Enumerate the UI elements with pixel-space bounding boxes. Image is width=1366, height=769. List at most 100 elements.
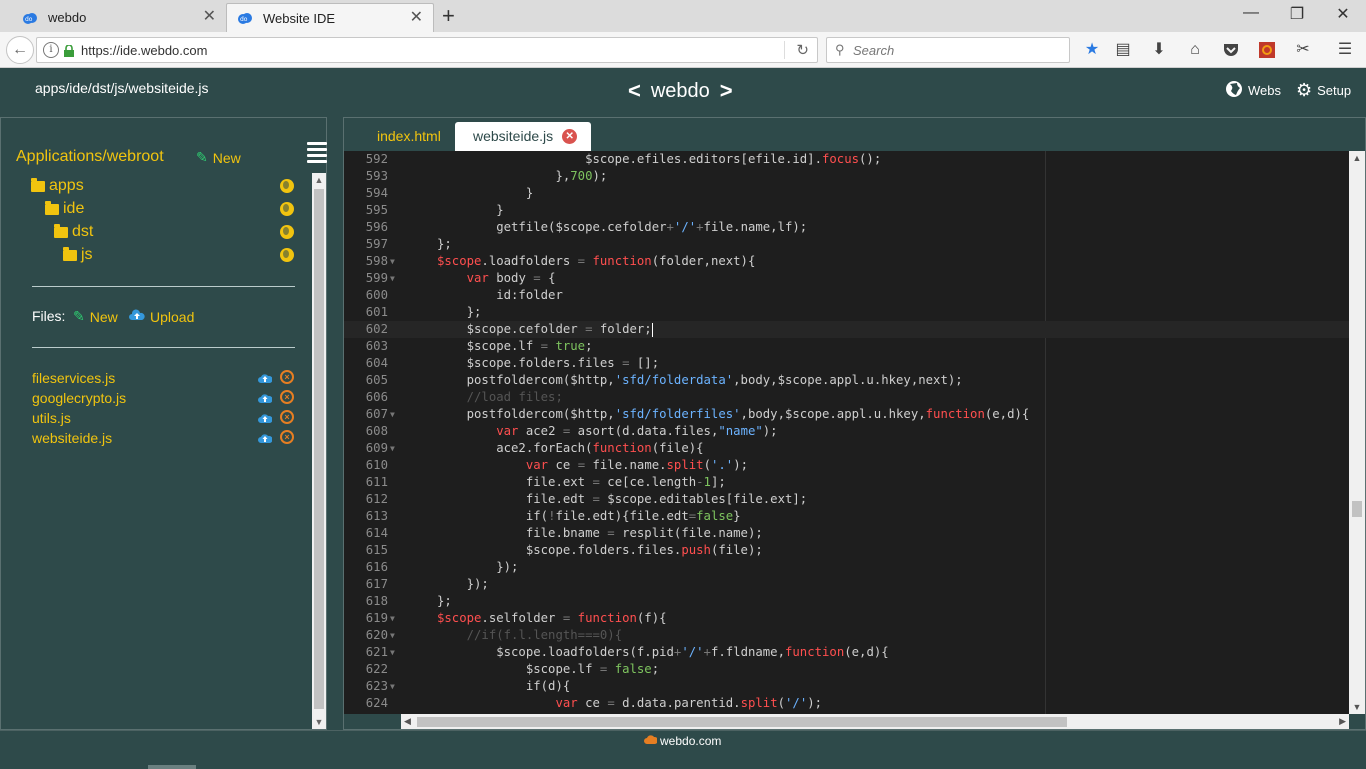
line-number: 614 (365, 526, 388, 540)
webdo-favicon-icon: do (22, 10, 38, 26)
scroll-right-arrow-icon[interactable]: ▶ (1339, 714, 1346, 729)
cloud-upload-icon[interactable] (258, 391, 273, 403)
code-line: 614 file.bname = resplit(file.name); (344, 525, 1349, 542)
new-file-label: New (89, 308, 118, 325)
chevron-left-icon[interactable]: < (628, 78, 641, 104)
applications-root-label[interactable]: Applications/webroot (16, 148, 164, 166)
tab-index-html[interactable]: index.html (359, 122, 459, 151)
chevron-right-icon[interactable]: > (720, 78, 733, 104)
file-item-websiteide[interactable]: websiteide.js (32, 430, 112, 446)
reading-list-icon[interactable]: ▤ (1112, 40, 1134, 60)
tree-item-dst[interactable]: dst (54, 223, 93, 241)
cloud-upload-icon[interactable] (258, 371, 273, 383)
line-number: 595 (365, 203, 388, 217)
code-line: 592 $scope.efiles.editors[efile.id].focu… (344, 151, 1349, 168)
code-editor[interactable]: 592 $scope.efiles.editors[efile.id].focu… (344, 151, 1349, 714)
new-tab-plus-icon[interactable]: + (442, 4, 455, 28)
browser-nav-bar: ← i https://ide.webdo.com ↻ ⚲ Search ★ ▤… (0, 32, 1366, 68)
footer-link[interactable]: webdo.com (644, 734, 721, 748)
scrollbar-thumb[interactable] (314, 189, 324, 709)
close-tab-icon[interactable]: ✕ (203, 9, 216, 25)
bookmark-star-icon[interactable]: ★ (1081, 40, 1103, 60)
text-cursor (651, 322, 653, 337)
code-line: 610 var ce = file.name.split('.'); (344, 457, 1349, 474)
code-line: 615 $scope.folders.files.push(file); (344, 542, 1349, 559)
home-icon[interactable]: ⌂ (1184, 40, 1206, 60)
browser-tab-title: webdo (48, 10, 87, 25)
screenshot-icon[interactable]: ✂ (1292, 40, 1314, 60)
new-file-button[interactable]: ✎ New (73, 308, 118, 325)
line-number: 620 (365, 628, 388, 642)
address-bar-divider (784, 41, 785, 59)
download-icon[interactable]: ⬇ (1148, 40, 1170, 60)
sidebar: Applications/webroot ✎ New apps ide dst … (0, 117, 327, 730)
tab-websiteide-js[interactable]: websiteide.js ✕ (455, 122, 592, 151)
minimize-window-icon[interactable]: — (1236, 4, 1266, 22)
editor-vertical-scrollbar[interactable]: ▲ ▼ (1349, 151, 1365, 714)
editor-panel: index.html websiteide.js ✕ 592 $scope.ef… (343, 117, 1366, 730)
file-item-utils[interactable]: utils.js (32, 410, 71, 426)
code-line: 603 $scope.lf = true; (344, 338, 1349, 355)
delete-file-icon[interactable]: × (280, 410, 294, 424)
delete-file-icon[interactable]: × (280, 430, 294, 444)
scroll-up-arrow-icon[interactable]: ▲ (312, 175, 326, 185)
cloud-upload-icon[interactable] (258, 431, 273, 443)
scrollbar-thumb[interactable] (417, 717, 1067, 727)
close-tab-icon[interactable]: ✕ (410, 10, 423, 26)
cloud-upload-icon[interactable] (258, 411, 273, 423)
publish-globe-icon[interactable] (280, 202, 294, 216)
app-header: apps/ide/dst/js/websiteide.js < webdo > … (0, 68, 1366, 116)
delete-file-icon[interactable]: × (280, 390, 294, 404)
publish-globe-icon[interactable] (280, 179, 294, 193)
file-item-fileservices[interactable]: fileservices.js (32, 370, 115, 386)
code-line: 624 var ce = d.data.parentid.split('/'); (344, 695, 1349, 712)
search-input[interactable]: ⚲ Search (826, 37, 1070, 63)
divider (32, 347, 295, 348)
upload-button[interactable]: Upload (129, 308, 194, 325)
scroll-left-arrow-icon[interactable]: ◀ (404, 714, 411, 729)
menu-icon[interactable]: ☰ (1334, 40, 1356, 60)
code-line: 604 $scope.folders.files = []; (344, 355, 1349, 372)
code-line: 605 postfoldercom($http,'sfd/folderdata'… (344, 372, 1349, 389)
editor-horizontal-scrollbar[interactable]: ◀ ▶ (401, 714, 1349, 729)
back-arrow-icon[interactable]: ← (6, 36, 34, 64)
address-bar[interactable]: i https://ide.webdo.com ↻ (36, 37, 818, 63)
line-number: 612 (365, 492, 388, 506)
tree-item-ide[interactable]: ide (45, 200, 84, 218)
extension-icon[interactable] (1256, 40, 1278, 60)
publish-globe-icon[interactable] (280, 225, 294, 239)
restore-window-icon[interactable]: ❐ (1282, 4, 1312, 24)
code-line: 594 } (344, 185, 1349, 202)
tree-item-js[interactable]: js (63, 246, 93, 264)
setup-button[interactable]: ⚙ Setup (1296, 80, 1351, 101)
pocket-icon[interactable] (1220, 40, 1242, 60)
hamburger-menu-icon[interactable] (307, 142, 327, 166)
sidebar-scrollbar[interactable]: ▲ ▼ (312, 173, 326, 729)
scrollbar-thumb[interactable] (1352, 501, 1362, 517)
new-folder-button[interactable]: ✎ New (196, 149, 241, 166)
info-icon[interactable]: i (43, 42, 59, 58)
tree-item-apps[interactable]: apps (31, 177, 84, 195)
code-line: 613 if(!file.edt){file.edt=false} (344, 508, 1349, 525)
file-item-googlecrypto[interactable]: googlecrypto.js (32, 390, 126, 406)
line-number: 594 (365, 186, 388, 200)
delete-file-icon[interactable]: × (280, 370, 294, 384)
publish-globe-icon[interactable] (280, 248, 294, 262)
webdo-favicon-icon: do (237, 10, 253, 26)
code-line: 612 file.edt = $scope.editables[file.ext… (344, 491, 1349, 508)
webs-button[interactable]: Webs (1225, 80, 1281, 101)
lock-icon (64, 44, 74, 57)
code-line-active: 602 $scope.cefolder = folder; (344, 321, 1349, 338)
scroll-up-arrow-icon[interactable]: ▲ (1349, 153, 1365, 163)
line-number: 608 (365, 424, 388, 438)
browser-tab-website-ide[interactable]: do Website IDE ✕ (226, 3, 434, 32)
close-window-icon[interactable]: ✕ (1328, 4, 1358, 24)
line-number: 596 (365, 220, 388, 234)
browser-tab-title: Website IDE (263, 10, 336, 26)
close-tab-icon[interactable]: ✕ (562, 129, 578, 144)
reload-icon[interactable]: ↻ (796, 41, 809, 59)
scroll-down-arrow-icon[interactable]: ▼ (312, 717, 326, 727)
code-line: 618}; (344, 593, 1349, 610)
browser-tab-webdo[interactable]: do webdo ✕ (12, 3, 226, 32)
scroll-down-arrow-icon[interactable]: ▼ (1349, 702, 1365, 712)
